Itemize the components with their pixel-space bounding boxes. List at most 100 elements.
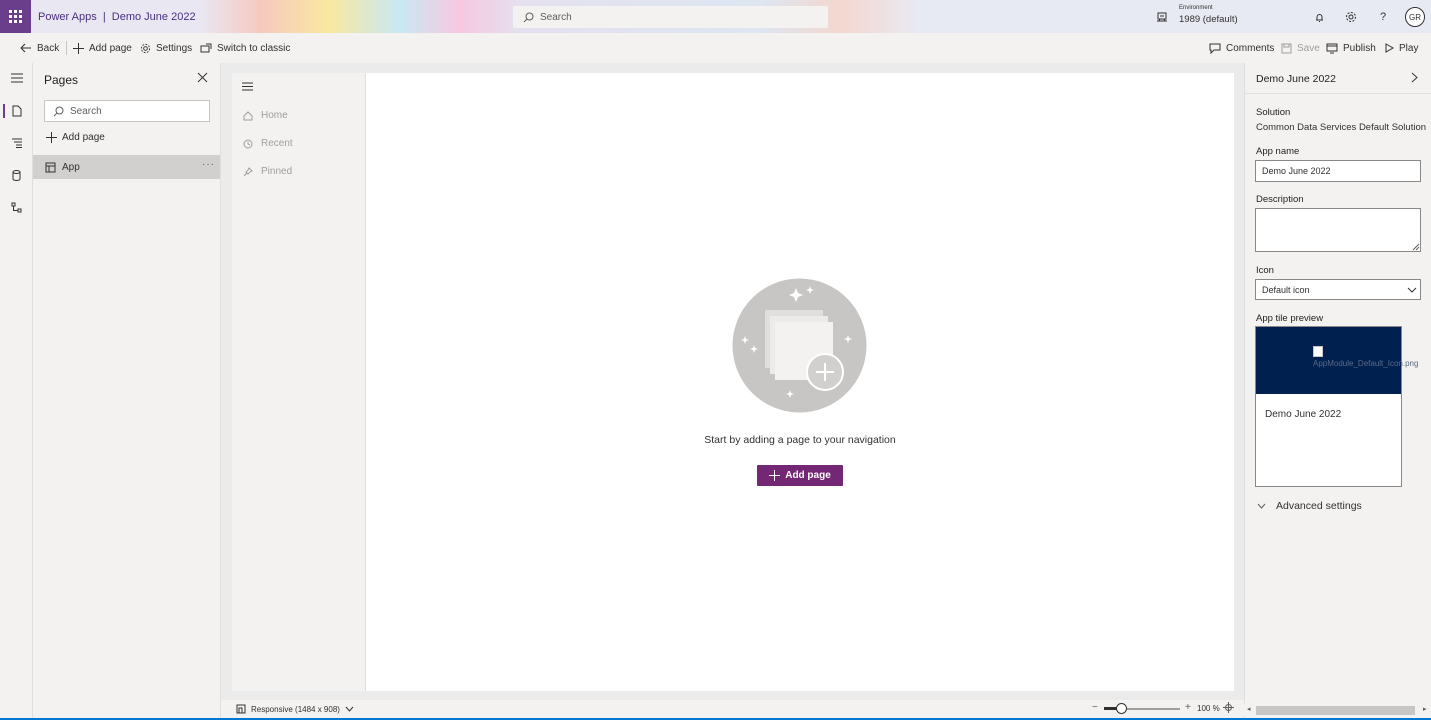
nav-item-label: Recent xyxy=(261,138,293,149)
save-label: Save xyxy=(1297,42,1320,54)
save-icon xyxy=(1281,43,1292,53)
gear-icon xyxy=(1346,12,1356,22)
tree-view-icon xyxy=(11,138,22,148)
zoom-in-button[interactable]: + xyxy=(1185,702,1191,713)
page-icon xyxy=(12,105,21,117)
add-page-command[interactable]: Add page xyxy=(73,41,132,55)
collapse-menu-button[interactable] xyxy=(0,66,33,90)
app-layout-icon xyxy=(45,162,56,172)
environment-picker[interactable]: 1989 (default) xyxy=(1179,14,1238,25)
switch-to-classic-label: Switch to classic xyxy=(217,42,291,54)
pages-add-page-button[interactable]: Add page xyxy=(46,132,105,143)
publish-label: Publish xyxy=(1343,42,1376,54)
nav-item-home[interactable]: Home xyxy=(243,110,288,121)
chevron-down-icon xyxy=(345,706,354,712)
plus-icon xyxy=(73,42,84,54)
home-icon xyxy=(243,110,253,120)
comments-label: Comments xyxy=(1226,42,1275,54)
status-bar xyxy=(221,700,1244,718)
app-launcher-button[interactable] xyxy=(0,0,31,33)
properties-title: Demo June 2022 xyxy=(1256,73,1336,85)
play-label: Play xyxy=(1399,42,1419,54)
list-item-label: App xyxy=(62,161,80,173)
scrollbar-thumb[interactable] xyxy=(1256,706,1415,715)
play-command[interactable]: Play xyxy=(1385,41,1418,55)
nav-item-label: Home xyxy=(261,110,288,121)
publish-command[interactable]: Publish xyxy=(1326,41,1376,55)
rail-pages-button[interactable] xyxy=(0,99,33,123)
comments-command[interactable]: Comments xyxy=(1209,41,1274,55)
notifications-button[interactable] xyxy=(1311,9,1327,25)
database-icon xyxy=(12,169,21,181)
more-icon: ··· xyxy=(202,159,215,170)
environment-icon xyxy=(1156,11,1168,26)
search-icon xyxy=(53,106,64,116)
app-name-label: App name xyxy=(1256,146,1300,157)
rail-navigation-button[interactable] xyxy=(0,131,33,155)
advanced-settings-toggle[interactable]: Advanced settings xyxy=(1257,500,1362,512)
plus-icon xyxy=(769,470,781,481)
zoom-value: 100 % xyxy=(1197,704,1220,713)
pages-close-button[interactable] xyxy=(197,72,208,86)
zoom-slider-thumb[interactable] xyxy=(1116,703,1127,714)
solution-label: Solution xyxy=(1256,107,1291,118)
gear-icon xyxy=(140,43,151,53)
empty-state-illustration xyxy=(732,278,867,416)
bell-icon xyxy=(1315,13,1323,22)
screen-size-picker[interactable]: Responsive (1484 x 908) xyxy=(236,704,354,714)
collapse-properties-button[interactable] xyxy=(1411,72,1418,86)
app-name-field[interactable]: Demo June 2022 xyxy=(1255,160,1421,182)
flow-icon xyxy=(11,202,22,212)
pages-search-placeholder: Search xyxy=(70,105,102,117)
avatar[interactable]: GR xyxy=(1405,7,1425,27)
rail-automate-button[interactable] xyxy=(0,195,33,219)
add-page-button[interactable]: Add page xyxy=(757,465,843,486)
plus-icon xyxy=(46,132,57,143)
save-command[interactable]: Save xyxy=(1281,41,1320,55)
tile-image-alt-text: AppModule_Default_Icon.png xyxy=(1313,359,1419,368)
close-icon xyxy=(197,72,208,83)
settings-command[interactable]: Settings xyxy=(140,41,192,55)
left-rail xyxy=(0,63,33,720)
comment-icon xyxy=(1209,43,1221,54)
nav-item-label: Pinned xyxy=(261,166,293,177)
empty-state-message: Start by adding a page to your navigatio… xyxy=(704,434,896,446)
more-options-button[interactable]: ··· xyxy=(202,159,215,170)
broken-image-icon xyxy=(1313,346,1323,357)
global-search-input[interactable]: Search xyxy=(513,6,828,28)
environment-label: Environment xyxy=(1179,5,1213,11)
play-icon xyxy=(1385,43,1394,53)
scroll-left-icon[interactable]: ◂ xyxy=(1247,705,1251,713)
add-page-button-label: Add page xyxy=(785,470,831,481)
nav-item-pinned[interactable]: Pinned xyxy=(243,166,292,177)
advanced-settings-label: Advanced settings xyxy=(1276,500,1362,512)
screen-size-label: Responsive (1484 x 908) xyxy=(251,704,340,714)
pages-panel-title: Pages xyxy=(44,73,79,87)
help-button[interactable]: ? xyxy=(1375,9,1391,25)
tile-app-name: Demo June 2022 xyxy=(1265,409,1342,420)
switch-icon xyxy=(200,43,212,53)
description-field[interactable] xyxy=(1255,208,1421,252)
crosshair-icon xyxy=(1223,702,1234,713)
rail-data-button[interactable] xyxy=(0,163,33,187)
icon-dropdown[interactable]: Default icon xyxy=(1255,279,1421,300)
fit-to-screen-button[interactable] xyxy=(1223,702,1234,716)
resize-handle-icon[interactable] xyxy=(1412,243,1420,254)
search-icon xyxy=(523,12,534,22)
responsive-icon xyxy=(236,704,246,714)
add-page-command-label: Add page xyxy=(89,42,132,54)
back-button[interactable]: Back xyxy=(20,41,59,55)
zoom-out-button[interactable]: − xyxy=(1092,702,1098,713)
pages-search-input[interactable]: Search xyxy=(44,100,210,122)
divider xyxy=(66,41,67,55)
settings-button[interactable] xyxy=(1343,9,1359,25)
arrow-left-icon xyxy=(20,43,31,53)
nav-item-recent[interactable]: Recent xyxy=(243,138,293,149)
switch-to-classic-command[interactable]: Switch to classic xyxy=(200,41,290,55)
pin-icon xyxy=(243,166,253,176)
scroll-right-icon[interactable]: ▸ xyxy=(1423,705,1427,713)
nav-hamburger-button[interactable] xyxy=(242,82,253,94)
pages-add-page-label: Add page xyxy=(62,132,105,143)
description-label: Description xyxy=(1256,194,1304,205)
list-item[interactable]: App xyxy=(33,155,220,179)
